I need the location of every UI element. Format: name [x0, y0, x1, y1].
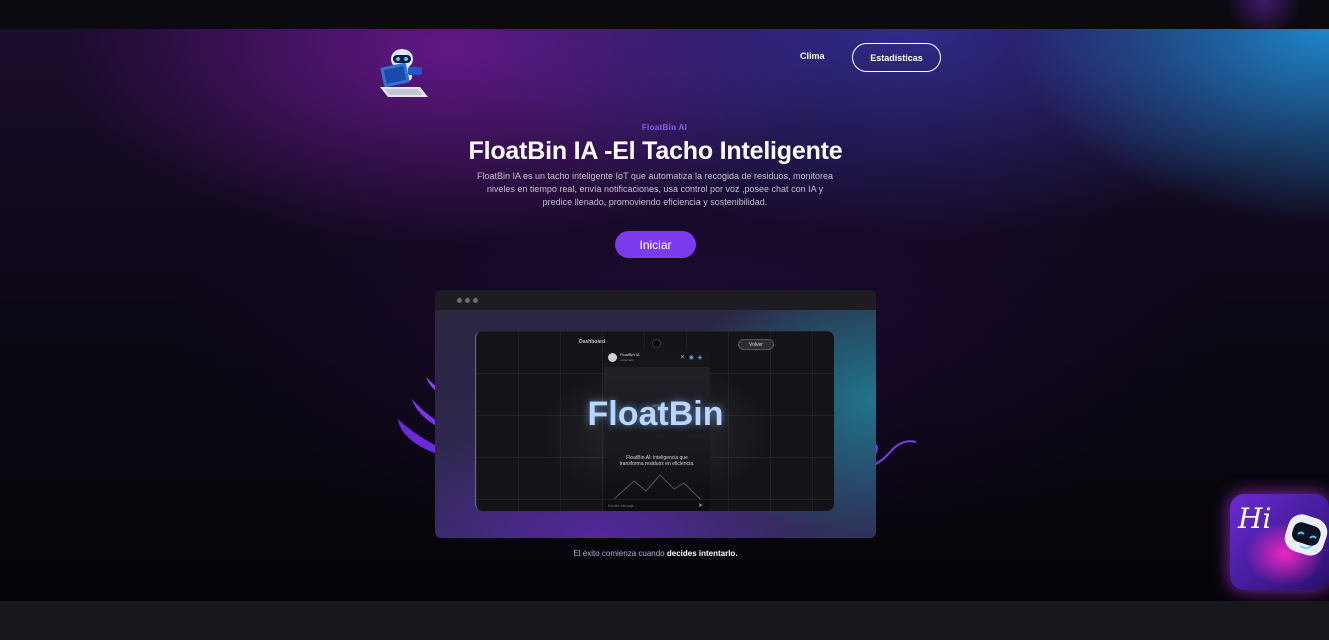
robot-head-icon	[1284, 514, 1328, 556]
robot-laptop-logo[interactable]	[376, 43, 432, 101]
window-title-bar	[435, 290, 876, 310]
chat-app-status: conectado	[620, 358, 634, 362]
back-button: Volver	[738, 339, 774, 350]
tagline-prefix: El éxito comienza cuando	[573, 549, 665, 558]
dashboard-label: Dashboard	[579, 339, 606, 345]
window-dot-icon	[473, 298, 478, 303]
nav-button-estadisticas[interactable]: Estadísticas	[852, 43, 941, 72]
mascot-greeting: Hi	[1238, 502, 1272, 535]
floatbin-wordmark: FloatBin	[587, 395, 724, 433]
chat-caption: FloatBin AI: inteligencia que transforma…	[619, 455, 695, 467]
camera-icon	[652, 339, 661, 348]
tagline-emphasis: decides intentarlo.	[666, 549, 738, 558]
hero-eyebrow: FloatBin AI	[641, 123, 688, 132]
top-strip	[0, 0, 1329, 30]
mountain-icon	[614, 474, 700, 499]
chat-app-name: FloatBin IA	[620, 352, 640, 357]
window-dot-icon	[465, 298, 470, 303]
chat-toolbar-icons: ✕ ◉ ◈	[680, 355, 704, 361]
page-title: FloatBin IA -El Tacho Inteligente	[468, 137, 843, 165]
footer-tagline: El éxito comienza cuando decides intenta…	[0, 549, 1311, 558]
chatbot-mascot-button[interactable]: Hi	[1230, 494, 1329, 590]
send-icon: ➤	[698, 503, 704, 509]
hero-description: FloatBin IA es un tacho inteligente IoT …	[476, 171, 834, 207]
dashboard-screenshot: Dashboard Volver FloatBin IA conectado ✕…	[475, 331, 834, 511]
window-dot-icon	[457, 298, 462, 303]
app-preview-window: Dashboard Volver FloatBin IA conectado ✕…	[435, 290, 876, 538]
hero-section: Clima Estadísticas FloatBin AI FloatBin …	[0, 29, 1329, 601]
chat-input: Escribe mensaje...	[604, 499, 710, 511]
bottom-strip	[0, 601, 1329, 640]
avatar	[608, 353, 617, 362]
nav-link-clima[interactable]: Clima	[800, 51, 825, 61]
start-button[interactable]: Iniciar	[615, 231, 696, 258]
